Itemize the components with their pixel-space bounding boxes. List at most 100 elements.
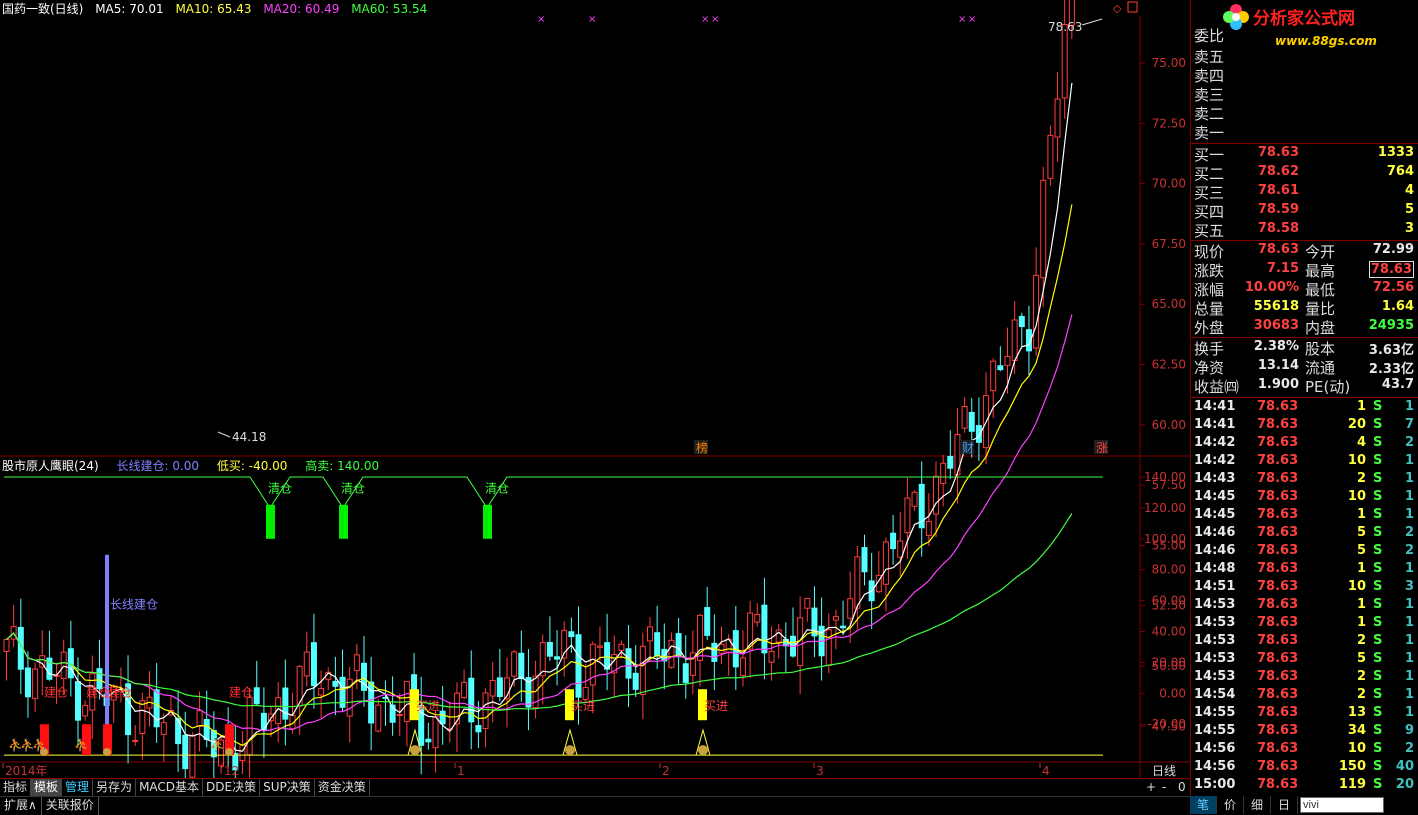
search-input[interactable] [1300,797,1384,813]
candle-body [639,645,646,695]
candle-body [582,687,589,700]
tick-row: 14:41 78.63 20 S 7 [1193,417,1417,435]
bid-label: 买二 [1194,165,1225,183]
candle-body [654,632,661,656]
tick-count: 2 [1404,435,1414,450]
ask-row: 卖三 [1193,84,1417,104]
money-bag-icon [698,745,708,756]
tab-fund[interactable]: 资金决策 [315,779,370,796]
indicator-tick-label: -20.00 [1147,717,1186,731]
zoom-in-button[interactable]: + [1146,780,1156,794]
quote-label: 外盘 [1194,319,1225,337]
tick-volume: 1 [1356,561,1366,576]
price-tick-label: 67.50 [1152,237,1186,251]
candle-body [618,643,625,652]
candle-body [997,365,1004,371]
tick-side: S [1373,651,1383,666]
tick-volume: 34 [1347,723,1366,738]
bid-label: 买一 [1194,146,1225,164]
tab-dde[interactable]: DDE决策 [203,779,261,796]
tick-row: 14:46 78.63 5 S 2 [1193,543,1417,561]
tick-side: S [1373,471,1383,486]
tab-sup[interactable]: SUP决策 [260,779,315,796]
tick-row: 14:45 78.63 10 S 1 [1193,489,1417,507]
candle-body [75,681,81,721]
tick-count: 2 [1404,543,1414,558]
candle-body [318,688,325,696]
tick-time: 14:55 [1194,723,1236,738]
bid-label: 买三 [1194,184,1225,202]
cross-marker: × [958,14,966,25]
tick-side: S [1373,633,1383,648]
tick-volume: 5 [1356,651,1366,666]
finance-value-2: 2.33亿 [1368,362,1414,377]
candle-body [947,455,954,469]
tick-price: 78.63 [1257,777,1299,792]
candle-body [940,462,947,484]
candle-body [453,692,460,725]
related-quote-button[interactable]: 关联报价 [42,797,99,815]
ma10-line [6,204,1073,747]
tick-count: 7 [1404,417,1414,432]
tab-daily[interactable]: 日 [1271,796,1298,814]
tab-price[interactable]: 价 [1217,796,1244,814]
cross-marker: × [588,14,596,25]
quote-value: 55618 [1253,299,1299,314]
tick-count: 3 [1404,579,1414,594]
tab-template[interactable]: 模板 [31,779,63,796]
tick-side: S [1373,543,1383,558]
indicator-tick-label: 60.00 [1152,594,1186,608]
tick-price: 78.63 [1257,399,1299,414]
tab-manage[interactable]: 管理 [62,779,94,796]
tick-price: 78.63 [1257,723,1299,738]
candle-body [189,734,196,778]
finance-value: 13.14 [1257,358,1299,373]
tick-price: 78.63 [1257,435,1299,450]
buy-label: 买进 [571,699,595,713]
tick-time: 14:46 [1194,543,1236,558]
tick-row: 14:51 78.63 10 S 3 [1193,579,1417,597]
tick-row: 14:41 78.63 1 S 1 [1193,399,1417,417]
tick-time: 14:45 [1194,489,1236,504]
tick-price: 78.63 [1257,543,1299,558]
tick-volume: 4 [1356,435,1366,450]
tick-volume: 10 [1347,489,1366,504]
candle-body [332,680,339,687]
tab-macd[interactable]: MACD基本 [136,779,204,796]
candle-body [897,540,904,558]
tick-count: 1 [1404,615,1414,630]
tick-price: 78.63 [1257,741,1299,756]
candle-body [432,716,439,749]
candle-body [647,626,653,642]
quote-value: 10.00% [1244,280,1299,295]
expand-button[interactable]: 扩展∧ [0,797,42,815]
kline-chart[interactable]: 75.0072.5070.0067.5065.0062.5060.0057.50… [0,0,1190,778]
tab-trades[interactable]: 笔 [1190,796,1217,814]
tab-indicator[interactable]: 指标 [0,779,32,796]
tick-row: 14:53 78.63 1 S 1 [1193,597,1417,615]
candle-body [882,541,889,585]
tick-price: 78.63 [1257,471,1299,486]
tick-side: S [1373,615,1383,630]
candle-body [511,651,518,677]
bid-row: 买四 78.59 5 [1193,201,1417,221]
quote-row: 现价 78.63 今开 72.99 [1193,241,1417,261]
candle-body [139,700,146,735]
zoom-reset-button[interactable]: 0 [1178,780,1186,794]
tick-row: 14:53 78.63 2 S 1 [1193,633,1417,651]
ask-label: 卖二 [1194,105,1225,123]
tab-save-as[interactable]: 另存为 [93,779,137,796]
tick-price: 78.63 [1257,525,1299,540]
high-price-mark: 78.63 [1048,20,1082,34]
quote-value-2: 72.99 [1372,242,1414,257]
candle-body [968,411,975,432]
tick-time: 14:54 [1194,687,1236,702]
zoom-out-button[interactable]: - [1162,780,1166,794]
candle-body [253,687,260,705]
clear-position-label: 清仓 [341,481,365,495]
candle-body [625,648,632,679]
tick-row: 15:00 78.63 119 S 20 [1193,777,1417,795]
tab-detail[interactable]: 细 [1244,796,1271,814]
ask-row: 卖四 [1193,65,1417,85]
finance-label: 换手 [1194,340,1225,358]
